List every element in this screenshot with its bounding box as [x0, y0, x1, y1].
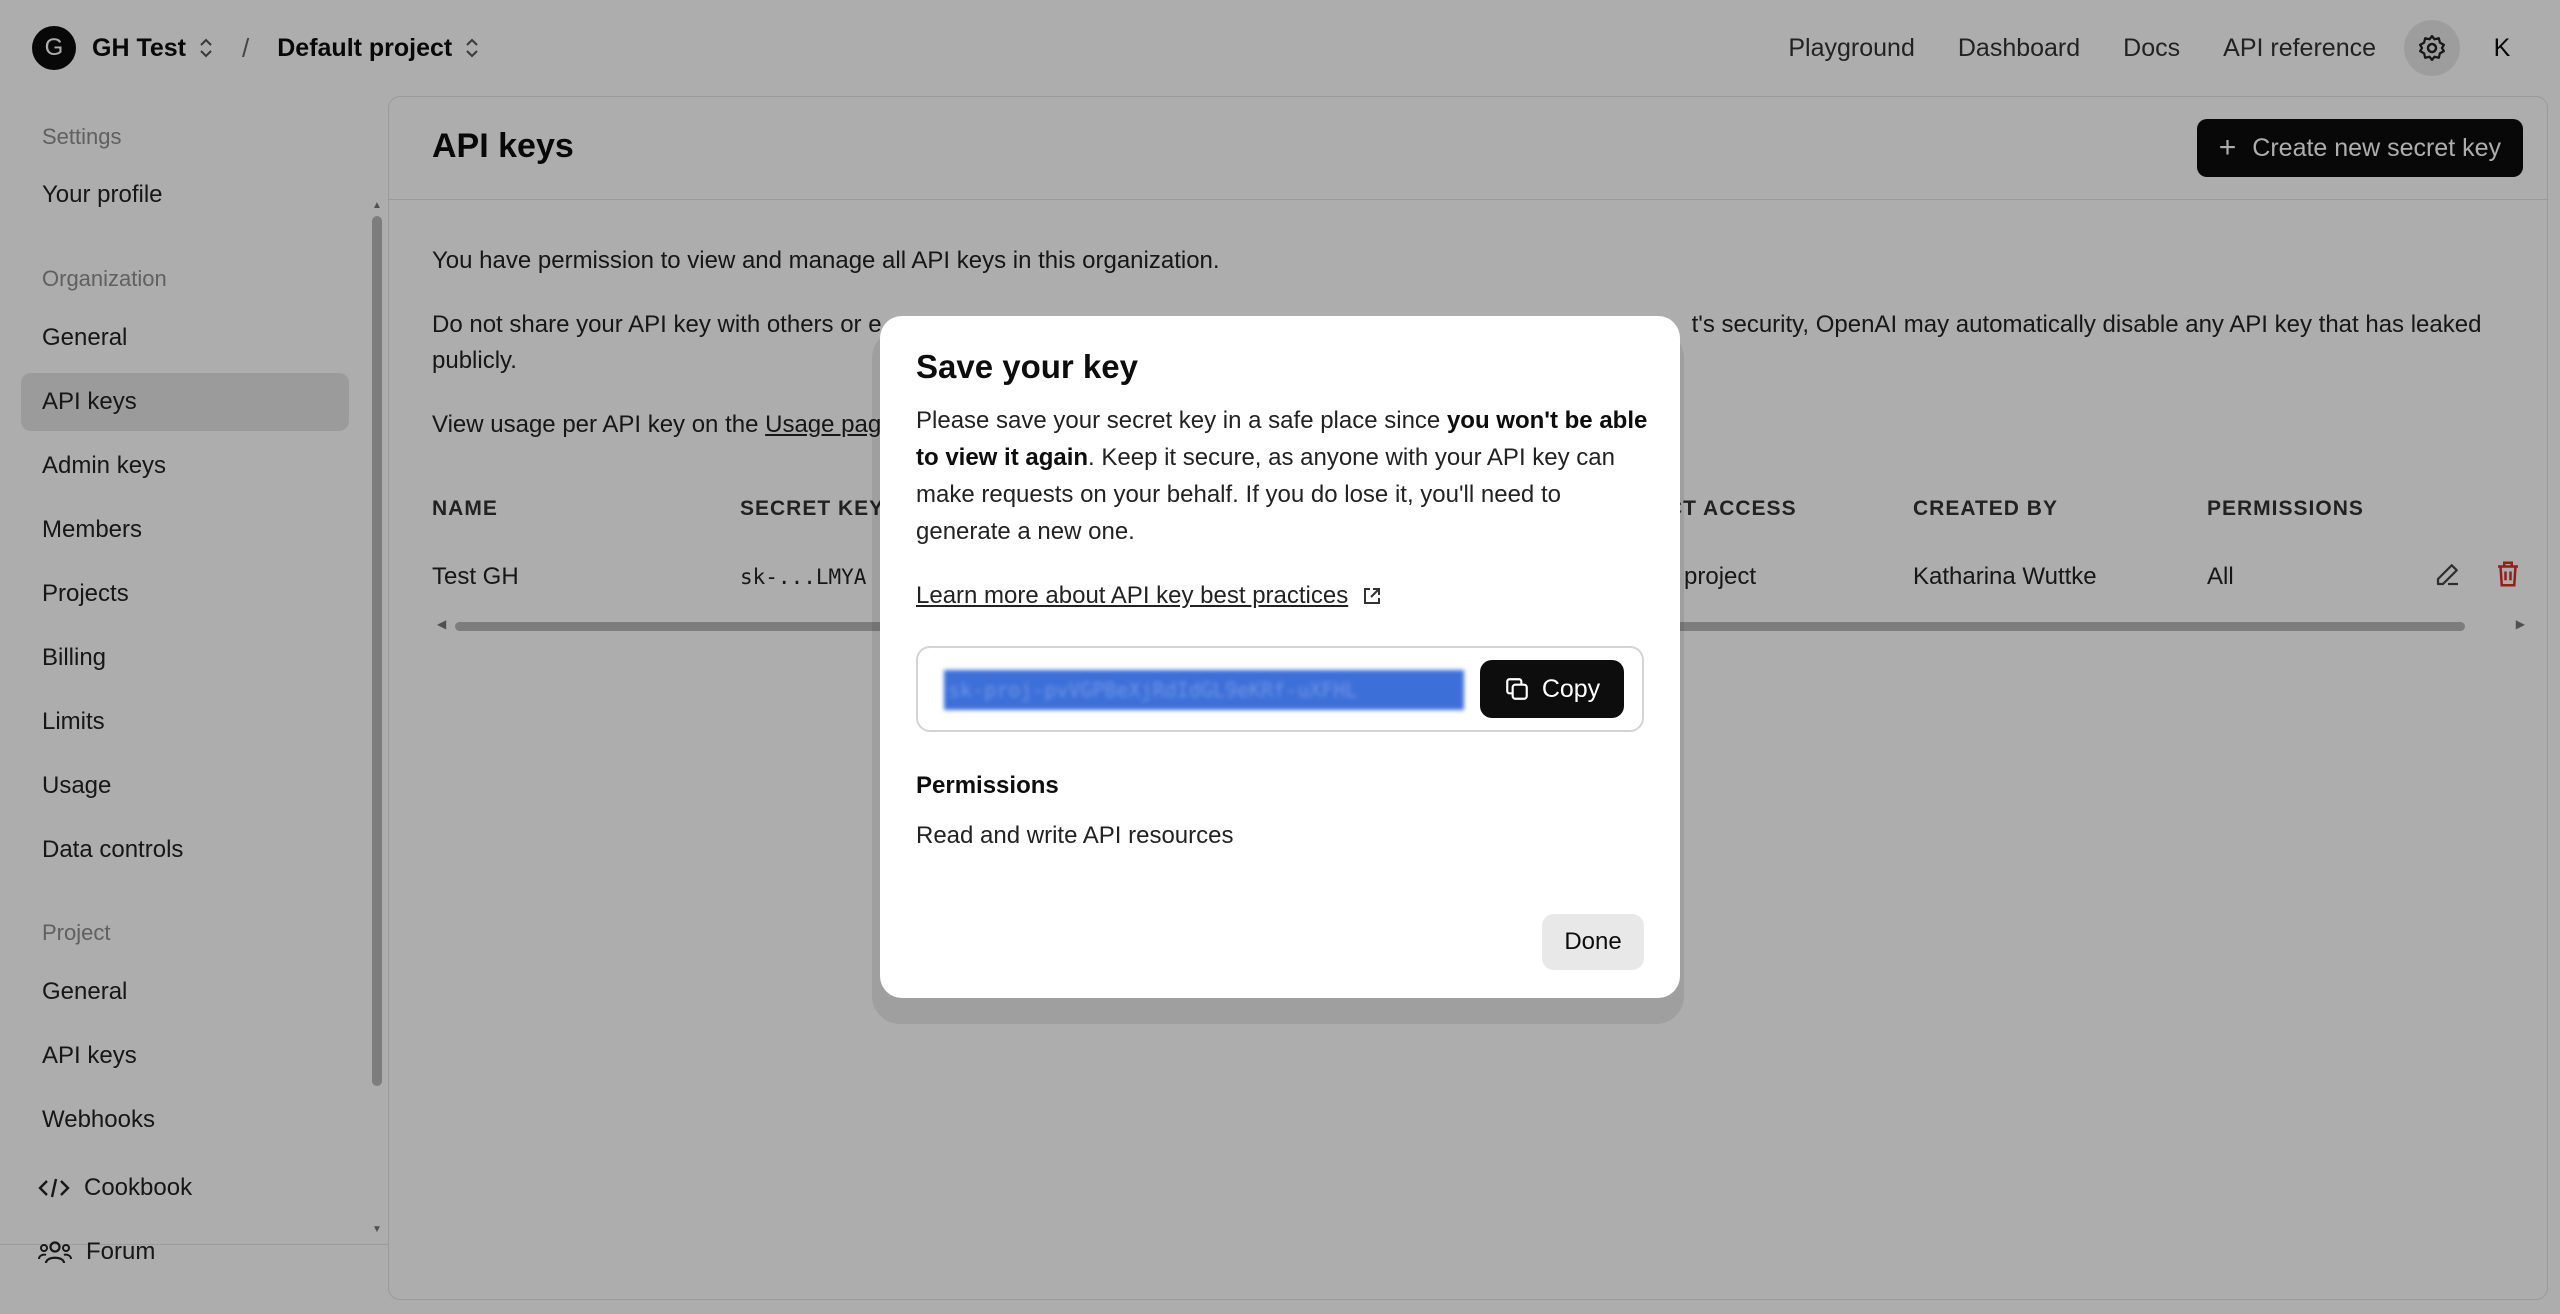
copy-button-label: Copy: [1541, 674, 1601, 703]
description-start: Please save your secret key in a safe pl…: [916, 407, 1447, 434]
done-button[interactable]: Done: [1542, 914, 1644, 970]
permissions-value: Read and write API resources: [916, 822, 1234, 849]
secret-key-field[interactable]: sk-proj-pvVGPBeXjRdIdGL9eKRf-uXFHL: [944, 670, 1464, 710]
learn-more-link[interactable]: Learn more about API key best practices: [916, 582, 1382, 610]
external-link-icon: [1362, 586, 1382, 606]
secret-key-box: sk-proj-pvVGPBeXjRdIdGL9eKRf-uXFHL Copy: [916, 646, 1644, 732]
dialog-title: Save your key: [916, 348, 1138, 385]
copy-button[interactable]: Copy: [1480, 660, 1624, 718]
permissions-label: Permissions: [916, 772, 1059, 799]
copy-icon: [1505, 678, 1528, 700]
learn-more-label: Learn more about API key best practices: [916, 582, 1349, 609]
dialog-description: Please save your secret key in a safe pl…: [916, 402, 1652, 550]
save-key-dialog: Save your key Please save your secret ke…: [880, 316, 1680, 998]
